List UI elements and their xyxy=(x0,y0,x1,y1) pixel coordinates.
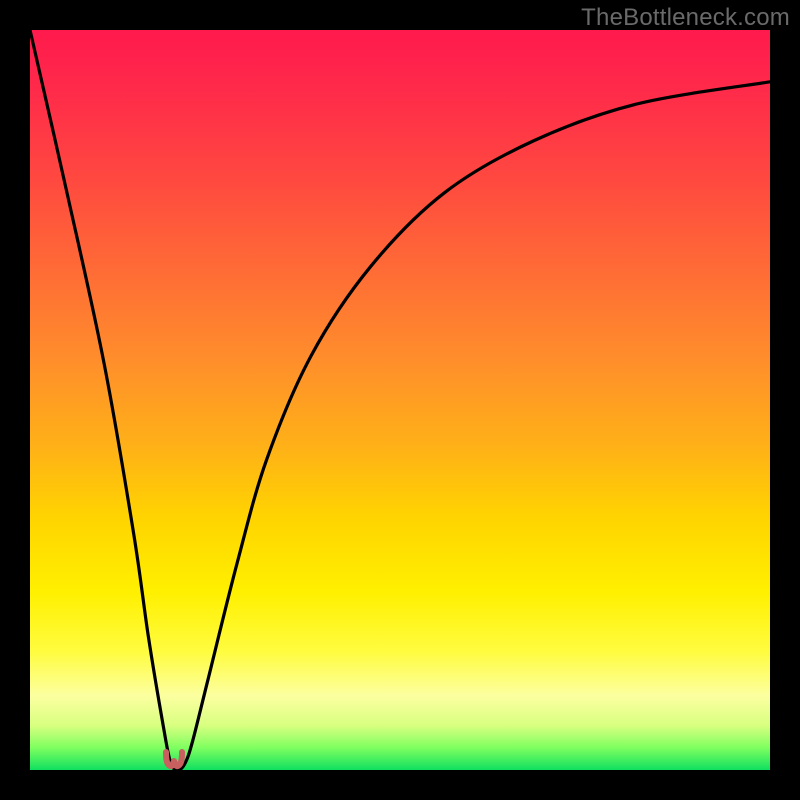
bottleneck-curve xyxy=(30,30,770,770)
chart-stage: TheBottleneck.com xyxy=(0,0,800,800)
watermark-text: TheBottleneck.com xyxy=(581,4,790,32)
plot-area xyxy=(30,30,770,770)
